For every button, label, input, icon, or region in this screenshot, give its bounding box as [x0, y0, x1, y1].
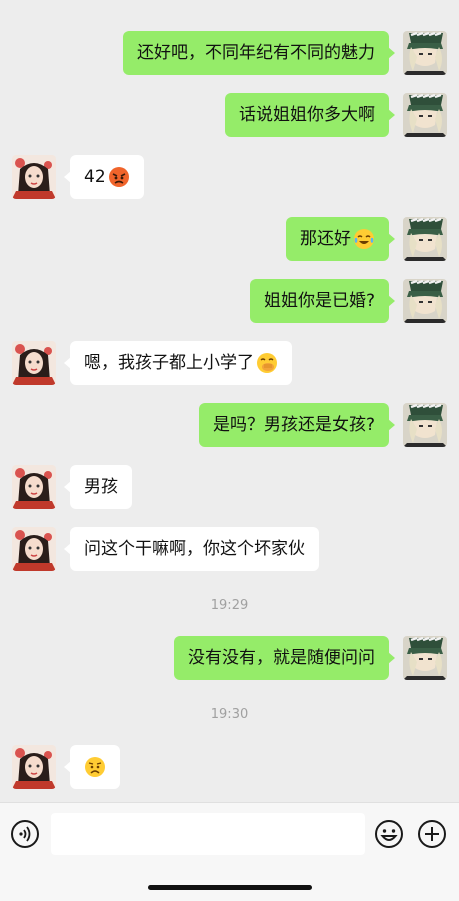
message-text: 姐姐你是已婚? — [263, 290, 375, 311]
contact-avatar[interactable] — [12, 465, 56, 509]
avatar-image — [12, 527, 56, 571]
angry-face-emoji — [108, 167, 129, 187]
contact-avatar[interactable] — [12, 155, 56, 199]
message-bubble[interactable]: 男孩 — [64, 465, 132, 509]
chat-area: 还好吧，不同年纪有不同的魅力 话说姐姐你多大啊 42 那还好 姐姐你是已婚? 嗯… — [0, 0, 459, 802]
avatar-image — [12, 745, 56, 789]
message-text: 问这个干嘛啊，你这个坏家伙 — [84, 538, 305, 559]
avatar-image — [403, 93, 447, 137]
message-bubble[interactable]: 42 — [64, 155, 144, 199]
message-text: 42 — [84, 166, 106, 187]
my-avatar[interactable] — [403, 636, 447, 680]
my-avatar[interactable] — [403, 93, 447, 137]
timestamp: 19:29 — [210, 598, 249, 613]
avatar-image — [403, 31, 447, 75]
my-avatar[interactable] — [403, 217, 447, 261]
avatar-image — [403, 403, 447, 447]
avatar-image — [403, 217, 447, 261]
message-input[interactable] — [51, 813, 365, 855]
message-bubble[interactable] — [64, 745, 120, 789]
avatar-image — [12, 341, 56, 385]
home-indicator — [148, 885, 312, 890]
message-bubble[interactable]: 还好吧，不同年纪有不同的魅力 — [123, 31, 395, 75]
message-text: 话说姐姐你多大啊 — [239, 104, 375, 125]
emoji-icon[interactable] — [374, 819, 404, 849]
message-bubble[interactable]: 姐姐你是已婚? — [249, 279, 396, 323]
hand-over-mouth-emoji — [257, 353, 277, 373]
voice-icon[interactable] — [10, 819, 40, 849]
contact-avatar[interactable] — [12, 527, 56, 571]
avatar-image — [403, 279, 447, 323]
message-text: 男孩 — [84, 476, 118, 497]
plus-icon[interactable] — [417, 819, 447, 849]
avatar-image — [12, 155, 56, 199]
timestamp: 19:30 — [210, 707, 249, 722]
message-bubble[interactable]: 嗯，我孩子都上小学了 — [64, 341, 292, 385]
my-avatar[interactable] — [403, 403, 447, 447]
my-avatar[interactable] — [403, 31, 447, 75]
my-avatar[interactable] — [403, 279, 447, 323]
avatar-image — [12, 465, 56, 509]
contact-avatar[interactable] — [12, 745, 56, 789]
frowning-face-emoji — [85, 757, 105, 777]
message-bubble[interactable]: 那还好 — [286, 217, 395, 261]
message-text: 是吗？男孩还是女孩? — [212, 414, 375, 435]
message-text: 那还好 — [300, 228, 351, 249]
message-text: 还好吧，不同年纪有不同的魅力 — [137, 42, 375, 63]
message-text: 嗯，我孩子都上小学了 — [84, 352, 254, 373]
message-bubble[interactable]: 是吗？男孩还是女孩? — [198, 403, 396, 447]
message-text: 没有没有，就是随便问问 — [188, 647, 375, 668]
avatar-image — [403, 636, 447, 680]
message-bubble[interactable]: 没有没有，就是随便问问 — [174, 636, 395, 680]
tears-of-joy-emoji — [354, 229, 374, 249]
contact-avatar[interactable] — [12, 341, 56, 385]
message-bubble[interactable]: 问这个干嘛啊，你这个坏家伙 — [64, 527, 319, 571]
message-bubble[interactable]: 话说姐姐你多大啊 — [225, 93, 395, 137]
